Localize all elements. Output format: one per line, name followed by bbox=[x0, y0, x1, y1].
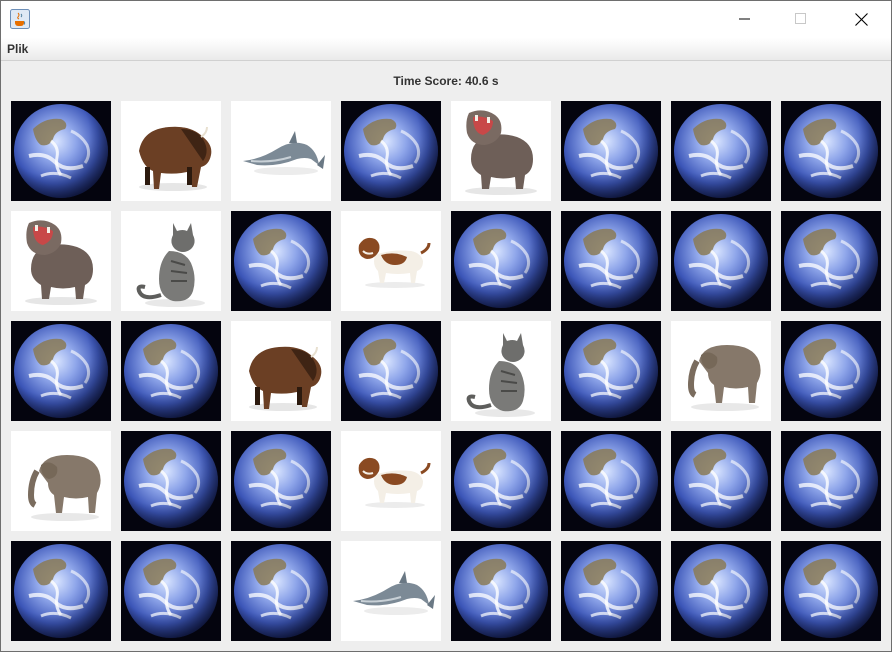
earth-globe-image bbox=[564, 214, 658, 308]
earth-globe-image bbox=[14, 544, 108, 638]
cat-image bbox=[136, 223, 205, 307]
card-face-down[interactable] bbox=[781, 321, 881, 421]
java-app-icon[interactable] bbox=[10, 9, 30, 29]
maximize-button[interactable] bbox=[773, 1, 829, 38]
minimize-button[interactable] bbox=[717, 1, 773, 38]
earth-globe-image bbox=[454, 214, 548, 308]
memory-board bbox=[11, 101, 881, 641]
elephant-image bbox=[27, 455, 101, 521]
card-face-down[interactable] bbox=[451, 541, 551, 641]
earth-globe-image bbox=[124, 324, 218, 418]
minimize-icon bbox=[739, 18, 750, 20]
bison-image bbox=[139, 126, 212, 191]
earth-globe-image bbox=[564, 104, 658, 198]
earth-globe-image bbox=[784, 544, 878, 638]
earth-globe-image bbox=[674, 544, 768, 638]
card-hippo[interactable] bbox=[11, 211, 111, 311]
card-face-down[interactable] bbox=[781, 101, 881, 201]
card-face-down[interactable] bbox=[671, 431, 771, 531]
card-face-down[interactable] bbox=[561, 321, 661, 421]
card-face-down[interactable] bbox=[561, 541, 661, 641]
card-face-down[interactable] bbox=[451, 431, 551, 531]
card-face-down[interactable] bbox=[561, 431, 661, 531]
earth-globe-image bbox=[124, 434, 218, 528]
earth-globe-image bbox=[454, 434, 548, 528]
card-face-down[interactable] bbox=[561, 211, 661, 311]
close-button[interactable] bbox=[833, 1, 889, 38]
card-dog[interactable] bbox=[341, 431, 441, 531]
card-face-down[interactable] bbox=[781, 211, 881, 311]
card-face-down[interactable] bbox=[781, 541, 881, 641]
card-face-down[interactable] bbox=[11, 541, 111, 641]
card-face-down[interactable] bbox=[121, 541, 221, 641]
earth-globe-image bbox=[564, 544, 658, 638]
card-bison[interactable] bbox=[121, 101, 221, 201]
elephant-image bbox=[687, 345, 761, 411]
earth-globe-image bbox=[234, 214, 328, 308]
app-window: Plik Time Score: 40.6 s bbox=[0, 0, 892, 652]
card-face-down[interactable] bbox=[341, 101, 441, 201]
card-face-down[interactable] bbox=[11, 321, 111, 421]
dog-image bbox=[358, 457, 431, 508]
card-face-down[interactable] bbox=[671, 211, 771, 311]
card-face-down[interactable] bbox=[671, 101, 771, 201]
earth-globe-image bbox=[784, 214, 878, 308]
time-score-label: Time Score: 40.6 s bbox=[393, 74, 499, 88]
card-dolphin[interactable] bbox=[341, 541, 441, 641]
earth-globe-image bbox=[784, 324, 878, 418]
card-face-down[interactable] bbox=[561, 101, 661, 201]
card-elephant[interactable] bbox=[671, 321, 771, 421]
card-face-down[interactable] bbox=[121, 431, 221, 531]
hippo-image bbox=[465, 110, 537, 195]
earth-globe-image bbox=[674, 434, 768, 528]
earth-globe-image bbox=[14, 104, 108, 198]
dolphin-image bbox=[243, 131, 325, 175]
card-face-down[interactable] bbox=[231, 541, 331, 641]
earth-globe-image bbox=[454, 544, 548, 638]
card-cat[interactable] bbox=[121, 211, 221, 311]
maximize-icon bbox=[795, 13, 806, 24]
card-face-down[interactable] bbox=[11, 101, 111, 201]
earth-globe-image bbox=[234, 544, 328, 638]
dog-image bbox=[358, 237, 431, 288]
card-face-down[interactable] bbox=[121, 321, 221, 421]
earth-globe-image bbox=[784, 104, 878, 198]
menu-bar: Plik bbox=[1, 38, 891, 61]
earth-globe-image bbox=[344, 104, 438, 198]
card-hippo[interactable] bbox=[451, 101, 551, 201]
card-dog[interactable] bbox=[341, 211, 441, 311]
earth-globe-image bbox=[784, 434, 878, 528]
title-bar[interactable] bbox=[1, 1, 891, 38]
card-face-down[interactable] bbox=[231, 431, 331, 531]
menu-plik[interactable]: Plik bbox=[7, 42, 28, 56]
earth-globe-image bbox=[344, 324, 438, 418]
card-face-down[interactable] bbox=[781, 431, 881, 531]
earth-globe-image bbox=[564, 434, 658, 528]
earth-globe-image bbox=[564, 324, 658, 418]
card-bison[interactable] bbox=[231, 321, 331, 421]
hippo-image bbox=[25, 220, 97, 305]
card-face-down[interactable] bbox=[231, 211, 331, 311]
card-elephant[interactable] bbox=[11, 431, 111, 531]
bison-image bbox=[249, 346, 322, 411]
card-face-down[interactable] bbox=[451, 211, 551, 311]
card-face-down[interactable] bbox=[671, 541, 771, 641]
earth-globe-image bbox=[234, 434, 328, 528]
card-cat[interactable] bbox=[451, 321, 551, 421]
cat-image bbox=[466, 333, 535, 417]
earth-globe-image bbox=[14, 324, 108, 418]
earth-globe-image bbox=[124, 544, 218, 638]
dolphin-image bbox=[353, 571, 435, 615]
earth-globe-image bbox=[674, 104, 768, 198]
earth-globe-image bbox=[674, 214, 768, 308]
close-icon bbox=[855, 13, 868, 26]
card-dolphin[interactable] bbox=[231, 101, 331, 201]
card-face-down[interactable] bbox=[341, 321, 441, 421]
